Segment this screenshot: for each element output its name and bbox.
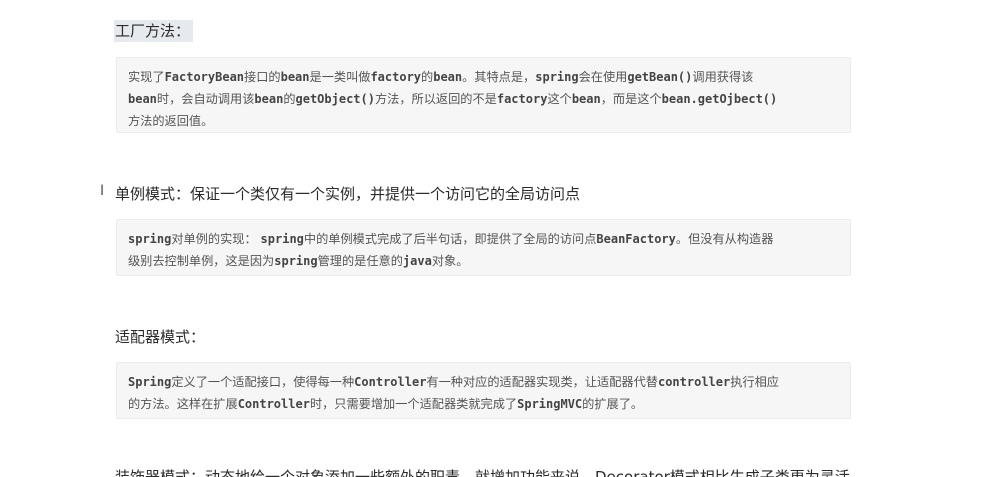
paragraph-text: 的 (421, 70, 434, 84)
paragraph-text: 执行相应 (730, 375, 779, 389)
code-term: SpringMVC (517, 397, 583, 411)
paragraph-text: 是一类叫做 (309, 70, 371, 84)
paragraph-text: 的扩展了。 (582, 397, 644, 411)
paragraph-text: 。但没有从构造器 (675, 232, 774, 246)
heading-adapter: 适配器模式： (115, 328, 206, 346)
paragraph-text: 的方法。这样在扩展 (128, 397, 238, 411)
paragraph-text: 实现了 (128, 70, 165, 84)
paragraph-text: 。其特点是， (462, 70, 536, 84)
code-term: controller (657, 375, 731, 389)
code-term: getBean() (627, 70, 693, 84)
code-term: Spring (128, 375, 172, 389)
code-term: bean (571, 92, 601, 106)
paragraph-text: 中的单例模式完成了后半句话，即提供了全局的访问点 (303, 232, 597, 246)
code-term: BeanFactory (596, 232, 676, 246)
paragraph-text: 对象。 (431, 254, 469, 268)
text-cursor-icon: I (100, 183, 105, 199)
paragraph-text: 定义了一个适配接口，使得每一种 (171, 375, 355, 389)
heading-decorator-cutoff: 装饰器模式：动态地给一个对象添加一些额外的职责。就增加功能来说，Decorato… (115, 468, 865, 477)
paragraph-text: 对单例的实现： (171, 232, 261, 246)
code-term: bean (128, 92, 157, 106)
code-term: bean (280, 70, 310, 84)
code-term: bean (254, 92, 284, 106)
paragraph-text: 的 (283, 92, 296, 106)
paragraph-text: 时，只需要增加一个适配器类就完成了 (309, 397, 518, 411)
heading-factory-method: 工厂方法： (114, 20, 194, 42)
paragraph-text: 级别去控制单例，这是因为 (128, 254, 275, 268)
document-page: 工厂方法： 实现了FactoryBean接口的bean是一类叫做factory的… (0, 0, 988, 477)
code-term: Controller (237, 397, 310, 411)
paragraph-text: ，而是这个 (600, 92, 662, 106)
paragraph-text: 时，会自动调用该 (156, 92, 255, 106)
code-term: FactoryBean (164, 70, 245, 84)
code-term: java (402, 254, 432, 268)
paragraph-text: 这个 (547, 92, 572, 106)
code-term: factory (496, 92, 548, 106)
code-term: spring (128, 232, 172, 246)
quote-factory-method: 实现了FactoryBean接口的bean是一类叫做factory的bean。其… (116, 57, 851, 133)
code-term: spring (535, 70, 579, 84)
code-term: getObject() (295, 92, 375, 106)
paragraph-text: 会在使用 (578, 70, 628, 84)
code-term: bean.getOjbect() (661, 92, 778, 106)
code-term: bean (433, 70, 463, 84)
quote-singleton: spring对单例的实现： spring中的单例模式完成了后半句话，即提供了全局… (116, 219, 851, 276)
code-term: spring (274, 254, 318, 268)
code-term: factory (370, 70, 422, 84)
quote-adapter: Spring定义了一个适配接口，使得每一种Controller有一种对应的适配器… (116, 362, 851, 419)
paragraph-text: 方法的返回值。 (128, 114, 214, 128)
paragraph-text: 接口的 (244, 70, 281, 84)
paragraph-text: 方法，所以返回的不是 (374, 92, 497, 106)
paragraph-text: 有一种对应的适配器实现类，让适配器代替 (426, 375, 658, 389)
code-term: spring (260, 232, 304, 246)
heading-singleton: 单例模式：保证一个类仅有一个实例，并提供一个访问它的全局访问点 (115, 185, 581, 203)
paragraph-text: 管理的是任意的 (317, 254, 403, 268)
paragraph-text: 调用获得该 (692, 70, 754, 84)
code-term: Controller (354, 375, 427, 389)
